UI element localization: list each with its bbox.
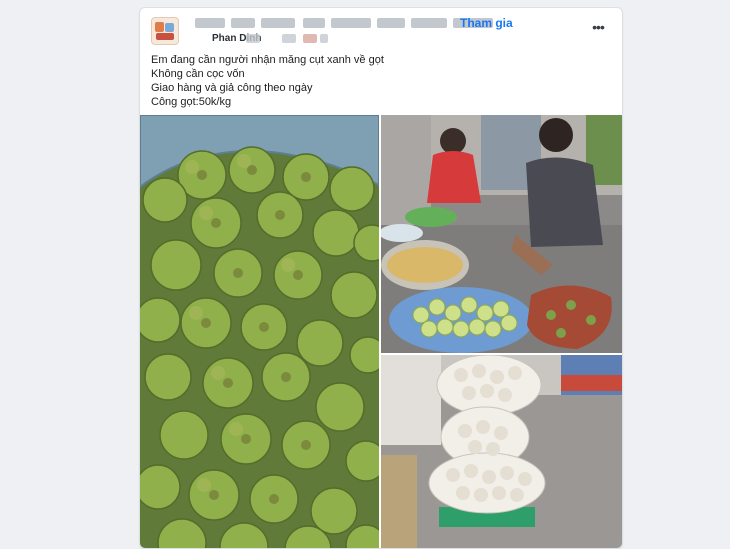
- post-photo-grid: [140, 115, 622, 548]
- photo-peeled-fruit-bags[interactable]: [381, 355, 622, 548]
- photo-women-peeling[interactable]: [381, 115, 622, 353]
- post-text-line: Không cần cọc vốn: [151, 68, 245, 80]
- post-time-redacted[interactable]: [246, 34, 260, 43]
- group-avatar[interactable]: [151, 17, 179, 45]
- meta-icon-redacted: [303, 34, 317, 43]
- meta-dot-redacted: [320, 34, 328, 43]
- post-text: Em đang cần người nhận măng cụt xanh về …: [151, 53, 611, 109]
- post-card: Tham gia Phan Dinh ••• Em đang cần người…: [139, 7, 623, 549]
- join-group-button[interactable]: Tham gia: [460, 16, 513, 30]
- privacy-redacted: [282, 34, 296, 43]
- more-options-icon[interactable]: •••: [587, 20, 609, 36]
- photo-mangosteens-basket[interactable]: [140, 115, 379, 548]
- post-text-line: Giao hàng và giả công theo ngày: [151, 82, 313, 94]
- group-name-redacted[interactable]: [185, 17, 495, 31]
- post-text-line: Em đang cần người nhận măng cụt xanh về …: [151, 54, 384, 66]
- post-text-line: Công gọt:50k/kg: [151, 96, 232, 108]
- post-header: Tham gia Phan Dinh •••: [140, 8, 622, 50]
